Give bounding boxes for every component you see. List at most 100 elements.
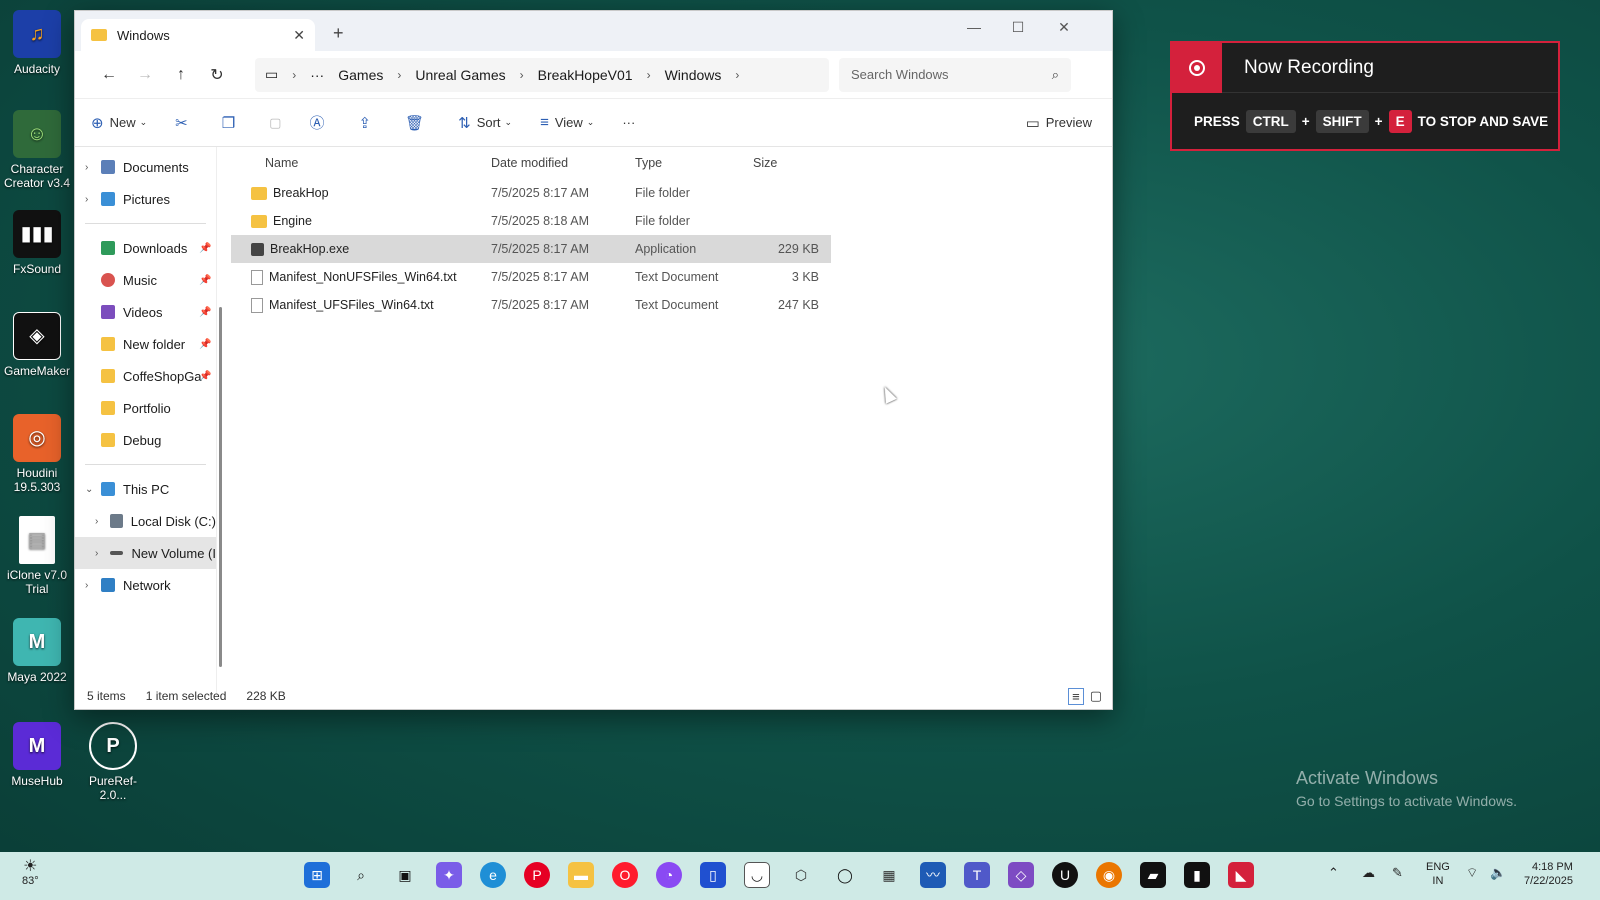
search-input[interactable]: Search Windows [851, 67, 949, 82]
fxsound-icon[interactable]: ▮ [1184, 862, 1210, 888]
minimize-button[interactable]: — [952, 19, 996, 35]
blender-icon[interactable]: ◉ [1096, 862, 1122, 888]
column-header-date[interactable]: Date modified [483, 156, 627, 170]
nav-item-documents[interactable]: › Documents [75, 151, 216, 183]
chevron-right-icon[interactable]: › [95, 548, 110, 559]
nav-item-new-folder[interactable]: New folder 📌 [75, 328, 216, 360]
chevron-right-icon[interactable]: › [520, 68, 524, 82]
desktop-icon-maya[interactable]: M Maya 2022 [2, 618, 72, 684]
sort-button[interactable]: ⇅ Sort ⌄ [458, 114, 512, 132]
desktop-icon-character-creator[interactable]: ☺ Character Creator v3.4 [2, 110, 72, 190]
copy-button[interactable]: ❐ [222, 114, 241, 132]
nav-item-new-volume[interactable]: › New Volume (I [75, 537, 216, 569]
nav-item-music[interactable]: Music 📌 [75, 264, 216, 296]
notes-icon[interactable]: ▯ [700, 862, 726, 888]
desktop-icon-pureref[interactable]: P PureRef-2.0... [78, 722, 148, 802]
chevron-right-icon[interactable]: › [85, 194, 101, 205]
desktop-icon-audacity[interactable]: ♫ Audacity [2, 10, 72, 76]
close-window-button[interactable]: ✕ [1042, 19, 1086, 36]
search-box[interactable]: Search Windows ⌕ [839, 57, 1071, 92]
monitor-icon[interactable]: ▭ [265, 66, 278, 83]
cloud-icon[interactable]: ☁ [1362, 866, 1375, 880]
paste-button[interactable]: ▢ [269, 115, 281, 131]
new-tab-button[interactable]: + [333, 23, 344, 44]
chevron-right-icon[interactable]: › [95, 516, 110, 527]
more-options-button[interactable]: ··· [622, 115, 635, 130]
table-row[interactable]: Manifest_NonUFSFiles_Win64.txt 7/5/2025 … [231, 263, 1112, 291]
teams-icon[interactable]: T [964, 862, 990, 888]
close-tab-button[interactable]: ✕ [293, 27, 305, 44]
column-header-type[interactable]: Type [627, 156, 745, 170]
unreal-engine-icon[interactable]: U [1052, 862, 1078, 888]
column-header-size[interactable]: Size [745, 156, 825, 170]
nav-item-local-disk[interactable]: › Local Disk (C:) [75, 505, 216, 537]
details-view-icon[interactable]: ≡ [1068, 687, 1084, 705]
table-row[interactable]: Engine 7/5/2025 8:18 AM File folder [231, 207, 1112, 235]
calculator-icon[interactable]: ▦ [876, 862, 902, 888]
chevron-right-icon[interactable]: › [85, 580, 101, 591]
nav-item-debug[interactable]: Debug [75, 424, 216, 456]
nav-item-downloads[interactable]: Downloads 📌 [75, 232, 216, 264]
recorder-icon[interactable]: ◣ [1228, 862, 1254, 888]
task-view-icon[interactable]: ▣ [392, 862, 418, 888]
search-icon[interactable]: ⌕ [348, 862, 374, 888]
up-button[interactable]: ↑ [163, 66, 199, 84]
preview-pane-button[interactable]: ▭ Preview [1026, 114, 1092, 132]
chevron-right-icon[interactable]: › [397, 68, 401, 82]
chevron-up-icon[interactable]: ⌃ [1328, 866, 1339, 880]
clock[interactable]: 4:18 PM 7/22/2025 [1524, 860, 1573, 888]
chevron-right-icon[interactable]: › [735, 68, 739, 82]
file-explorer-icon[interactable]: ▬ [568, 862, 594, 888]
nav-item-this-pc[interactable]: ⌄ This PC [75, 473, 216, 505]
desktop-icon-gamemaker[interactable]: ◈ GameMaker [2, 312, 72, 378]
desktop-icon-houdini[interactable]: ◎ Houdini 19.5.303 [2, 414, 72, 494]
back-button[interactable]: ← [91, 66, 127, 84]
desktop-icon-musehub[interactable]: M MuseHub [2, 722, 72, 788]
view-button[interactable]: ≡ View ⌄ [540, 114, 594, 131]
nav-item-videos[interactable]: Videos 📌 [75, 296, 216, 328]
table-row[interactable]: Manifest_UFSFiles_Win64.txt 7/5/2025 8:1… [231, 291, 1112, 319]
chart-app-icon[interactable]: 〰 [920, 862, 946, 888]
table-row[interactable]: BreakHop 7/5/2025 8:17 AM File folder [231, 179, 1112, 207]
chevron-right-icon[interactable]: › [85, 162, 101, 173]
tab-windows[interactable]: Windows ✕ [81, 19, 315, 51]
chevron-right-icon[interactable]: › [292, 68, 296, 82]
column-header-name[interactable]: Name [231, 156, 483, 170]
new-button[interactable]: ⊕ New ⌄ [91, 114, 147, 132]
copilot-icon[interactable]: ✦ [436, 862, 462, 888]
breadcrumb-item-windows[interactable]: Windows [665, 67, 722, 83]
pinterest-icon[interactable]: P [524, 862, 550, 888]
breadcrumb-item-breakhopev01[interactable]: BreakHopeV01 [538, 67, 633, 83]
breadcrumb-item-games[interactable]: Games [338, 67, 383, 83]
unity-icon[interactable]: ⬡ [788, 862, 814, 888]
table-row[interactable]: BreakHop.exe 7/5/2025 8:17 AM Applicatio… [231, 235, 831, 263]
nav-item-pictures[interactable]: › Pictures [75, 183, 216, 215]
cut-button[interactable]: ✂ [175, 114, 194, 132]
delete-button[interactable]: 🗑 [405, 114, 430, 132]
app-icon[interactable]: ◡ [744, 862, 770, 888]
chevron-down-icon[interactable]: ⌄ [85, 484, 101, 495]
nav-item-portfolio[interactable]: Portfolio [75, 392, 216, 424]
edge-icon[interactable]: e [480, 862, 506, 888]
desktop-icon-iclone[interactable]: ▤ iClone v7.0 Trial [2, 516, 72, 596]
chevron-right-icon[interactable]: › [647, 68, 651, 82]
forward-button[interactable]: → [127, 66, 163, 84]
desktop-icon-fxsound[interactable]: ▮▮▮ FxSound [2, 210, 72, 276]
pureref-icon[interactable]: ◯ [832, 862, 858, 888]
weather-widget[interactable]: ☀ 83° [22, 859, 39, 888]
wifi-icon[interactable]: ⌔ [1466, 866, 1478, 880]
breadcrumb-more-button[interactable]: ··· [310, 67, 324, 83]
nav-item-coffeshopga[interactable]: CoffeShopGa 📌 [75, 360, 216, 392]
refresh-button[interactable]: ↻ [199, 65, 235, 85]
breadcrumb-item-unreal-games[interactable]: Unreal Games [415, 67, 505, 83]
start-icon[interactable]: ⊞ [304, 862, 330, 888]
share-button[interactable]: ⇪ [358, 114, 377, 132]
pen-icon[interactable]: ✎ [1392, 866, 1403, 880]
language-indicator[interactable]: ENG IN [1426, 860, 1450, 888]
tiles-view-icon[interactable]: ▢ [1090, 688, 1102, 704]
app-icon[interactable]: ◔ [656, 862, 682, 888]
volume-icon[interactable]: 🔈 [1490, 866, 1506, 880]
nav-item-network[interactable]: › Network [75, 569, 216, 601]
rename-button[interactable]: Ⓐ [309, 112, 330, 133]
visual-studio-icon[interactable]: ◇ [1008, 862, 1034, 888]
